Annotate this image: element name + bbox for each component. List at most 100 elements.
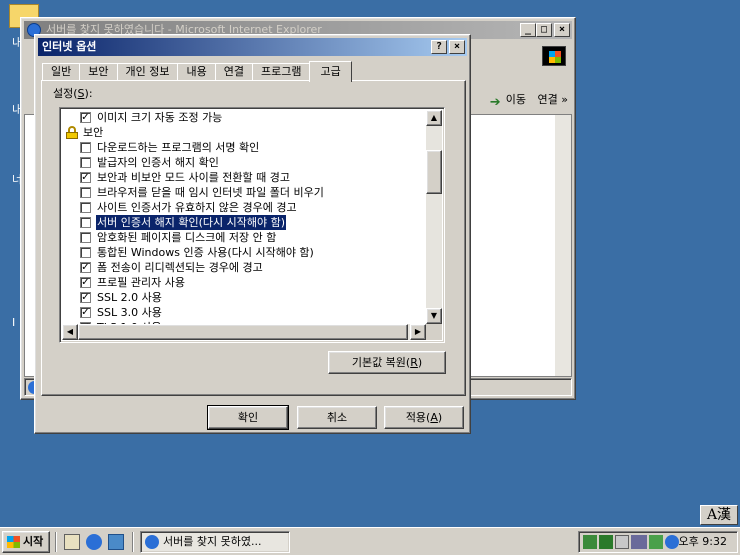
settings-option[interactable]: ✓ 프로필 관리자 사용	[80, 275, 410, 290]
checkbox-unchecked[interactable]	[80, 202, 91, 213]
checkbox-unchecked[interactable]	[80, 247, 91, 258]
settings-option-label: 브라우저를 닫을 때 임시 인터넷 파일 폴더 비우기	[97, 186, 324, 199]
settings-option-label: 다운로드하는 프로그램의 서명 확인	[97, 141, 260, 154]
show-desktop-icon[interactable]	[64, 534, 80, 550]
dialog-titlebar[interactable]: 인터넷 옵션 ? ×	[38, 38, 467, 56]
settings-option-label: 통합된 Windows 인증 사용(다시 시작해야 함)	[97, 246, 314, 259]
help-button[interactable]: ?	[431, 40, 447, 54]
settings-option-label: 프로필 관리자 사용	[97, 276, 185, 289]
checkbox-checked[interactable]: ✓	[80, 292, 91, 303]
settings-option[interactable]: 발급자의 인증서 해지 확인	[80, 155, 410, 170]
scrollbar-corner	[426, 324, 442, 340]
desktop-icon-label: I	[12, 316, 16, 329]
start-button[interactable]: 시작	[2, 531, 50, 553]
settings-option[interactable]: 사이트 인증서가 유효하지 않은 경우에 경고	[80, 200, 410, 215]
checkbox-unchecked[interactable]	[80, 232, 91, 243]
settings-option-label: 폼 전송이 리디렉션되는 경우에 경고	[97, 261, 263, 274]
tab-2[interactable]: 개인 정보	[116, 63, 179, 81]
volume-icon[interactable]	[615, 535, 629, 549]
cancel-button[interactable]: 취소	[297, 406, 377, 429]
settings-option[interactable]: ✓ 폼 전송이 리디렉션되는 경우에 경고	[80, 260, 410, 275]
ok-button[interactable]: 확인	[207, 405, 289, 430]
checkbox-checked[interactable]: ✓	[80, 172, 91, 183]
apply-button[interactable]: 적용(A)	[384, 406, 464, 429]
minimize-button[interactable]: _	[520, 23, 536, 37]
settings-option[interactable]: 암호화된 페이지를 디스크에 저장 안 함	[80, 230, 410, 245]
scroll-left-button[interactable]: ◀	[62, 324, 78, 340]
scroll-up-button[interactable]: ▲	[426, 110, 442, 126]
system-tray: 오후 9:32	[578, 531, 738, 553]
ime-indicator[interactable]: A漢	[700, 505, 738, 525]
outlook-express-icon[interactable]	[108, 534, 124, 550]
settings-option-label: 보안	[83, 126, 104, 139]
close-button[interactable]: ×	[554, 23, 570, 37]
settings-option[interactable]: 브라우저를 닫을 때 임시 인터넷 파일 폴더 비우기	[80, 185, 410, 200]
tab-6[interactable]: 고급	[309, 61, 352, 82]
taskbar: 시작 서버를 찾지 못하였... 오후 9:32	[0, 527, 740, 555]
vmware-icon[interactable]	[631, 535, 647, 549]
internet-options-dialog[interactable]: 인터넷 옵션 ? × 일반 보안 개인 정보 내용 연결 프로그램 고급 설정(S): ✓ 이…	[34, 34, 471, 434]
update-icon[interactable]	[665, 535, 679, 549]
settings-option-label: 발급자의 인증서 해지 확인	[97, 156, 219, 169]
taskbar-button-label: 서버를 찾지 못하였...	[163, 535, 262, 548]
tab-4[interactable]: 연결	[214, 63, 253, 81]
go-arrow-icon: ➔	[489, 95, 501, 110]
go-button[interactable]: ➔ 이동	[486, 90, 526, 110]
settings-option-label: SSL 2.0 사용	[97, 291, 162, 304]
settings-option-label: 암호화된 페이지를 디스크에 저장 안 함	[97, 231, 277, 244]
tab-0[interactable]: 일반	[42, 63, 81, 81]
internet-explorer-icon[interactable]	[86, 534, 102, 550]
horizontal-scroll-thumb[interactable]	[78, 324, 408, 340]
font-icon[interactable]	[599, 535, 613, 549]
settings-option[interactable]: ✓ SSL 2.0 사용	[80, 290, 410, 305]
taskbar-button-ie[interactable]: 서버를 찾지 못하였...	[140, 531, 290, 553]
settings-list-items: ✓ 이미지 크기 자동 조정 가능보안다운로드하는 프로그램의 서명 확인발급자의…	[62, 110, 426, 324]
dialog-title: 인터넷 옵션	[42, 40, 97, 53]
network-icon[interactable]	[583, 535, 597, 549]
settings-list[interactable]: ✓ 이미지 크기 자동 조정 가능보안다운로드하는 프로그램의 서명 확인발급자의…	[59, 107, 445, 343]
tab-strip: 일반 보안 개인 정보 내용 연결 프로그램 고급	[42, 61, 352, 82]
windows-logo-icon	[542, 46, 566, 66]
settings-label: 설정(S):	[53, 87, 93, 100]
settings-option[interactable]: 다운로드하는 프로그램의 서명 확인	[80, 140, 410, 155]
settings-option[interactable]: ✓ 보안과 비보안 모드 사이를 전환할 때 경고	[80, 170, 410, 185]
settings-option-label: 사이트 인증서가 유효하지 않은 경우에 경고	[97, 201, 297, 214]
clock[interactable]: 오후 9:32	[679, 532, 727, 552]
scroll-down-button[interactable]: ▼	[426, 308, 442, 324]
settings-option[interactable]: ✓ 이미지 크기 자동 조정 가능	[80, 110, 410, 125]
settings-option[interactable]: ✓ SSL 3.0 사용	[80, 305, 410, 320]
checkbox-checked[interactable]: ✓	[80, 307, 91, 318]
settings-option[interactable]: 통합된 Windows 인증 사용(다시 시작해야 함)	[80, 245, 410, 260]
start-label: 시작	[23, 535, 44, 548]
settings-option[interactable]: 서버 인증서 해지 확인(다시 시작해야 함)	[80, 214, 410, 231]
security-icon[interactable]	[649, 535, 663, 549]
settings-category[interactable]: 보안	[66, 125, 396, 140]
ie-icon	[145, 535, 159, 549]
scroll-thumb[interactable]	[426, 150, 442, 194]
settings-option-label: SSL 3.0 사용	[97, 306, 162, 319]
checkbox-checked[interactable]: ✓	[80, 277, 91, 288]
windows-flag-icon	[7, 536, 20, 548]
taskbar-separator	[55, 532, 57, 552]
checkbox-unchecked[interactable]	[80, 157, 91, 168]
tab-3[interactable]: 내용	[177, 63, 216, 81]
checkbox-checked[interactable]: ✓	[80, 112, 91, 123]
lock-icon	[66, 126, 78, 139]
maximize-button[interactable]: □	[536, 23, 552, 37]
checkbox-unchecked[interactable]	[80, 187, 91, 198]
restore-defaults-button[interactable]: 기본값 복원(R)	[328, 351, 446, 374]
checkbox-checked[interactable]: ✓	[80, 262, 91, 273]
settings-option-label: 이미지 크기 자동 조정 가능	[97, 111, 223, 124]
scroll-right-button[interactable]: ▶	[410, 324, 426, 340]
ie-scrollbar[interactable]	[555, 115, 571, 376]
checkbox-unchecked[interactable]	[80, 142, 91, 153]
vertical-scrollbar[interactable]: ▲ ▼	[426, 110, 442, 324]
dialog-close-button[interactable]: ×	[449, 40, 465, 54]
tab-5[interactable]: 프로그램	[251, 63, 311, 81]
tab-1[interactable]: 보안	[79, 63, 118, 81]
checkbox-unchecked[interactable]	[80, 217, 91, 228]
go-label: 이동	[505, 93, 526, 106]
links-button[interactable]: 연결 »	[538, 90, 568, 110]
settings-option-label: 보안과 비보안 모드 사이를 전환할 때 경고	[97, 171, 291, 184]
horizontal-scrollbar[interactable]: ◀ ▶	[62, 324, 426, 340]
